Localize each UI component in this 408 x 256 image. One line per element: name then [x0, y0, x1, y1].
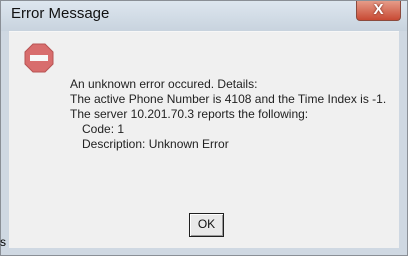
ok-button[interactable]: OK	[189, 213, 224, 237]
message-line: The server 10.201.70.3 reports the follo…	[70, 107, 309, 121]
bottom-window-frame	[1, 247, 407, 255]
close-icon: X	[373, 1, 384, 18]
error-message: An unknown error occured. Details: The a…	[70, 77, 386, 152]
message-line: An unknown error occured. Details:	[70, 77, 258, 91]
message-line: The active Phone Number is 4108 and the …	[70, 92, 387, 106]
dialog-content: An unknown error occured. Details: The a…	[9, 31, 399, 248]
error-code: Code: 1	[82, 122, 125, 136]
right-window-frame	[399, 31, 407, 247]
left-window-frame	[1, 31, 9, 247]
background-edge-text: s	[0, 235, 6, 249]
dialog-title: Error Message	[11, 5, 110, 22]
error-description: Description: Unknown Error	[82, 137, 229, 151]
error-dialog-window: Error Message X An unknown error occured…	[0, 0, 408, 256]
stop-icon	[24, 43, 54, 73]
title-bar[interactable]: Error Message X	[1, 1, 407, 31]
close-button[interactable]: X	[356, 1, 401, 21]
